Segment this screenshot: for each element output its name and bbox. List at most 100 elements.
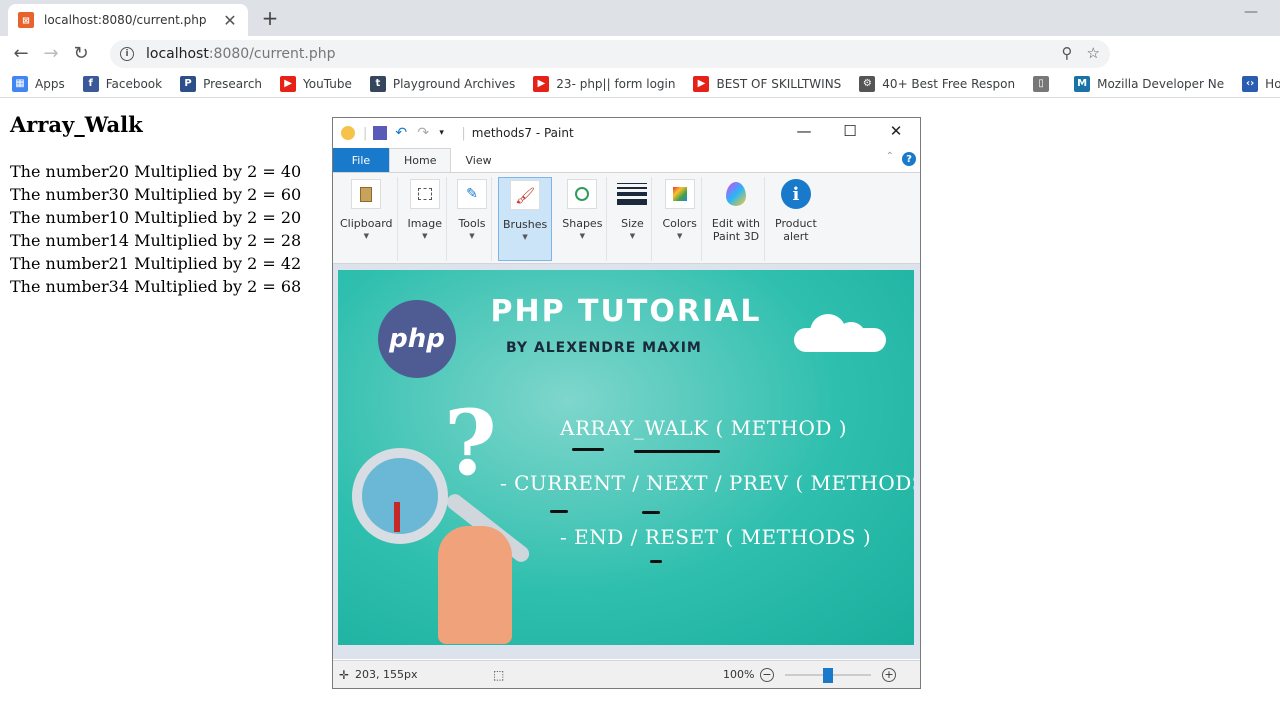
youtube-icon: ▶: [693, 75, 710, 92]
tools-button[interactable]: ✎ Tools ▼: [453, 177, 492, 261]
youtube-icon: ▶: [280, 75, 297, 92]
bookmark-item[interactable]: P Presearch: [180, 75, 263, 92]
browser-tab-strip: ⊠ localhost:8080/current.php ✕ + —: [0, 0, 1280, 36]
save-icon[interactable]: [373, 126, 388, 140]
address-bar-row: ← → ↻ i localhost:8080/current.php ⚲ ☆: [0, 36, 1280, 96]
cursor-position: 203, 155px: [355, 668, 418, 681]
customize-quick-access-icon[interactable]: ▾: [439, 126, 453, 140]
result-line: The number10 Multiplied by 2 = 20: [10, 208, 302, 227]
back-arrow-icon[interactable]: ←: [6, 43, 36, 64]
result-line: The number34 Multiplied by 2 = 68: [10, 277, 302, 296]
canvas-area[interactable]: php PHP TUTORIAL BY ALEXENDRE MAXIM ? AR…: [333, 264, 920, 659]
chevron-down-icon: ▼: [676, 232, 683, 240]
window-minimize-icon[interactable]: —: [1244, 4, 1258, 20]
bookmark-item[interactable]: f Facebook: [82, 75, 163, 92]
clipboard-icon: [351, 179, 382, 209]
bookmark-item[interactable]: ‹› Home of free code s: [1242, 75, 1280, 92]
brush-icon: 🖌: [510, 180, 541, 210]
brush-stroke: [572, 448, 604, 451]
bookmark-star-icon[interactable]: ☆: [1087, 44, 1100, 62]
pencil-tools-icon: ✎: [457, 179, 487, 209]
collapse-ribbon-icon[interactable]: ⌃: [886, 151, 894, 162]
close-icon[interactable]: ✕: [876, 122, 916, 140]
brush-stroke: [634, 450, 720, 453]
bookmark-label: Mozilla Developer Ne: [1097, 76, 1225, 91]
tumblr-icon: t: [369, 75, 386, 92]
zoom-in-icon[interactable]: +: [882, 667, 896, 682]
results-list: The number20 Multiplied by 2 = 40 The nu…: [10, 160, 301, 298]
bookmark-item[interactable]: ▯: [1033, 75, 1056, 92]
bookmark-item[interactable]: ▶ YouTube: [280, 75, 352, 92]
topic-line-1: ARRAY_WALK ( METHOD ): [560, 416, 848, 440]
undo-icon[interactable]: ↶: [395, 126, 409, 140]
zoom-level: 100%: [723, 668, 755, 681]
redo-icon[interactable]: ↷: [417, 126, 431, 140]
bookmark-label: Presearch: [203, 76, 263, 91]
paint-app-icon[interactable]: [341, 126, 355, 140]
magnifier-lens-icon: [352, 448, 448, 544]
tab-view[interactable]: View: [451, 148, 505, 172]
site-info-icon[interactable]: i: [120, 47, 134, 61]
minimize-icon[interactable]: —: [784, 122, 824, 140]
zoom-magnifier-icon[interactable]: ⚲: [1062, 44, 1073, 62]
ribbon-home: Clipboard ▼ Image ▼ ✎ Tools ▼ 🖌 Brushes …: [333, 172, 920, 264]
zoom-out-icon[interactable]: −: [760, 667, 774, 682]
close-tab-icon[interactable]: ✕: [222, 11, 238, 30]
xampp-favicon-icon: ⊠: [18, 12, 34, 28]
image-button[interactable]: Image ▼: [404, 177, 447, 261]
person-figure: [394, 502, 400, 532]
chevron-down-icon: ▼: [522, 233, 528, 241]
bookmarks-bar: ▦ Apps f Facebook P Presearch ▶ YouTube t Playgro…: [0, 70, 1280, 98]
shapes-icon: [567, 179, 598, 209]
brush-stroke: [650, 560, 662, 563]
url-text: localhost:8080/current.php: [146, 46, 336, 62]
bookmark-label: Home of free code s: [1265, 76, 1280, 91]
maximize-icon[interactable]: ☐: [830, 122, 870, 140]
topic-line-2: - CURRENT / NEXT / PREV ( METHODS ): [500, 471, 914, 495]
facebook-icon: f: [82, 75, 99, 92]
bookmark-label: 23- php|| form login: [556, 76, 676, 91]
product-alert-button[interactable]: i Product alert: [771, 177, 821, 261]
size-button[interactable]: Size ▼: [613, 177, 653, 261]
tab-home[interactable]: Home: [389, 148, 452, 172]
mozilla-icon: M: [1074, 75, 1091, 92]
bookmark-label: Facebook: [105, 76, 163, 91]
bookmark-item[interactable]: t Playground Archives: [369, 75, 516, 92]
tutorial-author: BY ALEXENDRE MAXIM: [506, 340, 702, 356]
forward-arrow-icon[interactable]: →: [36, 43, 66, 64]
select-image-icon: [409, 179, 440, 209]
brush-stroke: [642, 511, 660, 514]
shapes-button[interactable]: Shapes ▼: [558, 177, 608, 261]
cloud-icon: [794, 312, 886, 352]
brushes-button[interactable]: 🖌 Brushes ▼: [498, 177, 553, 261]
result-line: The number14 Multiplied by 2 = 28: [10, 231, 302, 250]
info-alert-icon: i: [780, 179, 811, 209]
bookmark-item[interactable]: ▦ Apps: [12, 75, 65, 92]
chevron-down-icon: ▼: [629, 232, 636, 240]
bookmark-label: Playground Archives: [392, 76, 516, 91]
bookmark-item[interactable]: ⚙ 40+ Best Free Respon: [859, 75, 1015, 92]
bookmark-label: BEST OF SKILLTWINS: [716, 76, 842, 91]
reload-icon[interactable]: ↻: [66, 43, 96, 64]
browser-tab[interactable]: ⊠ localhost:8080/current.php ✕: [8, 4, 248, 36]
bookmark-label: Apps: [35, 76, 65, 91]
result-line: The number21 Multiplied by 2 = 42: [10, 254, 302, 273]
colors-button[interactable]: Colors ▼: [658, 177, 702, 261]
help-icon[interactable]: ?: [902, 152, 916, 166]
question-mark: ?: [444, 390, 497, 496]
bookmark-item[interactable]: ▶ BEST OF SKILLTWINS: [693, 75, 842, 92]
chevron-down-icon: ▼: [363, 232, 369, 240]
new-tab-icon[interactable]: +: [258, 6, 282, 30]
zoom-slider-thumb[interactable]: [823, 668, 833, 683]
tutorial-thumbnail-image[interactable]: php PHP TUTORIAL BY ALEXENDRE MAXIM ? AR…: [338, 270, 914, 645]
edit-with-paint3d-button[interactable]: Edit with Paint 3D: [708, 177, 766, 261]
document-icon: ▯: [1033, 75, 1050, 92]
bookmark-item[interactable]: ▶ 23- php|| form login: [533, 75, 676, 92]
result-line: The number30 Multiplied by 2 = 60: [10, 185, 302, 204]
clipboard-button[interactable]: Clipboard ▼: [336, 177, 398, 261]
tab-file[interactable]: File: [333, 148, 389, 172]
bookmark-item[interactable]: M Mozilla Developer Ne: [1074, 75, 1225, 92]
address-bar[interactable]: i localhost:8080/current.php ⚲ ☆: [110, 40, 1110, 68]
gear-icon: ⚙: [859, 75, 876, 92]
paint-status-bar: ✛ 203, 155px ⬚ 100% − +: [333, 660, 920, 688]
